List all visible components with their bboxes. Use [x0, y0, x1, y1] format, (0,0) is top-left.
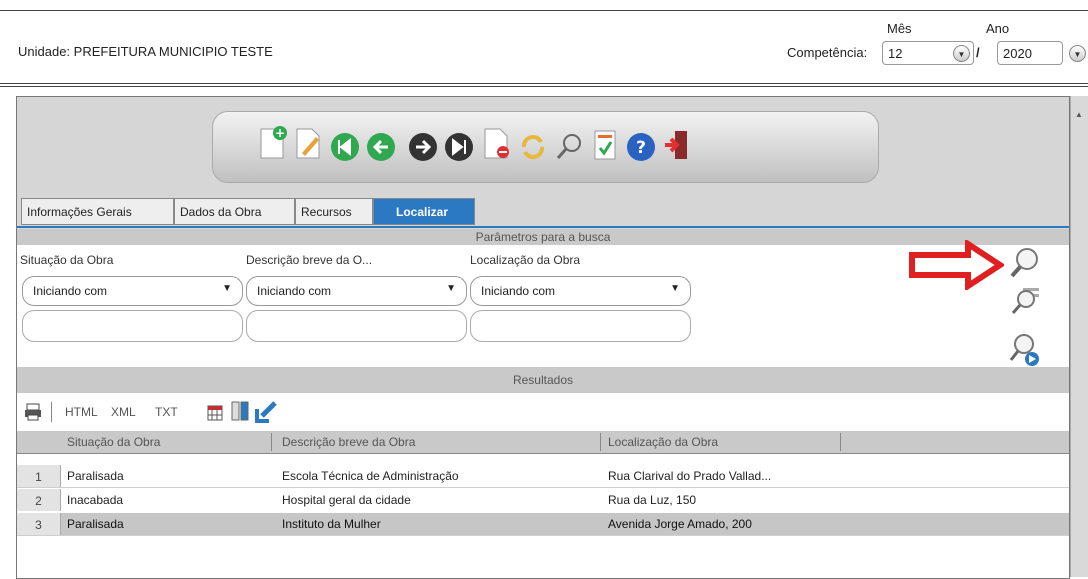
search-clear-icon[interactable] — [1009, 284, 1041, 318]
scroll-up-icon[interactable]: ▲ — [1075, 110, 1083, 119]
export-xml-button[interactable]: XML — [111, 405, 136, 419]
param-label-descricao: Descrição breve da O... — [246, 253, 373, 267]
ano-value: 2020 — [1003, 46, 1032, 61]
top-border — [0, 10, 1088, 11]
help-icon[interactable]: ? — [625, 130, 657, 164]
first-record-icon[interactable] — [329, 130, 361, 164]
ano-dropdown-icon[interactable]: ▼ — [1069, 45, 1086, 62]
delete-document-icon[interactable] — [481, 126, 513, 160]
header-separator — [271, 433, 272, 451]
row-number: 3 — [17, 513, 61, 535]
table-row-selected[interactable]: 3 Paralisada Instituto da Mulher Avenida… — [17, 513, 1069, 535]
ano-label: Ano — [986, 21, 1010, 36]
search-advanced-icon[interactable] — [1009, 332, 1041, 368]
param-operator-situacao[interactable]: Iniciando com ▼ — [22, 276, 243, 306]
header-separator — [600, 433, 601, 451]
unidade-label: Unidade: PREFEITURA MUNICIPIO TESTE — [18, 44, 273, 59]
cell-situacao: Paralisada — [67, 469, 124, 483]
search-execute-icon[interactable] — [1009, 246, 1041, 280]
dropdown-arrow-icon: ▼ — [670, 283, 680, 294]
exit-icon[interactable] — [661, 128, 693, 162]
add-document-icon[interactable]: + — [257, 126, 289, 160]
competencia-label: Competência: — [787, 45, 868, 60]
tab-recursos[interactable]: Recursos — [295, 198, 373, 225]
mes-dropdown-icon[interactable]: ▼ — [953, 45, 970, 62]
header-separator — [840, 433, 841, 451]
download-icon[interactable] — [255, 401, 277, 423]
report-icon[interactable] — [589, 128, 621, 162]
cell-localizacao: Avenida Jorge Amado, 200 — [608, 517, 752, 531]
grid-export-icon[interactable] — [207, 405, 223, 421]
search-icon[interactable] — [553, 130, 585, 164]
tab-localizar-label: Localizar — [396, 205, 449, 219]
tab-dados-da-obra[interactable]: Dados da Obra — [174, 198, 295, 225]
param-value-localizacao[interactable] — [470, 310, 691, 342]
previous-record-icon[interactable] — [365, 130, 397, 164]
row-number: 1 — [17, 465, 61, 487]
red-arrow-icon — [909, 240, 1004, 290]
param-operator-descricao[interactable]: Iniciando com ▼ — [246, 276, 467, 306]
ano-select[interactable]: 2020 — [997, 41, 1063, 65]
mes-value: 12 — [888, 46, 903, 61]
refresh-icon[interactable] — [517, 130, 549, 164]
svg-text:+: + — [275, 126, 285, 140]
table-row[interactable]: 2 Inacabada Hospital geral da cidade Rua… — [17, 489, 1069, 511]
export-bar: HTML XML TXT — [17, 393, 1069, 431]
param-label-situacao: Situação da Obra — [20, 253, 114, 267]
export-html-button[interactable]: HTML — [65, 405, 98, 419]
cell-descricao: Instituto da Mulher — [282, 517, 381, 531]
export-txt-button[interactable]: TXT — [155, 405, 178, 419]
cell-descricao: Hospital geral da cidade — [282, 493, 411, 507]
param-value-situacao[interactable] — [22, 310, 243, 342]
vertical-scrollbar[interactable]: ▲ — [1070, 96, 1088, 577]
svg-text:?: ? — [636, 138, 646, 158]
cell-localizacao: Rua da Luz, 150 — [608, 493, 697, 507]
export-separator — [51, 402, 52, 422]
tab-localizar[interactable]: Localizar — [373, 198, 475, 225]
print-icon[interactable] — [24, 403, 42, 421]
tab-informacoes-gerais[interactable]: Informações Gerais — [21, 198, 174, 225]
dropdown-arrow-icon: ▼ — [222, 283, 232, 294]
row-divider — [17, 487, 1069, 488]
cell-descricao: Escola Técnica de Administração — [282, 469, 459, 483]
row-number: 2 — [17, 489, 61, 511]
dropdown-arrow-icon: ▼ — [446, 283, 456, 294]
period-separator: / — [976, 45, 980, 60]
cell-localizacao: Rua Clarival do Prado Vallad... — [608, 469, 772, 483]
header-localizacao[interactable]: Localização da Obra — [608, 435, 718, 449]
mes-label: Mês — [887, 21, 912, 36]
param-value-descricao[interactable] — [246, 310, 467, 342]
header-descricao[interactable]: Descrição breve da Obra — [282, 435, 415, 449]
toolbar: + ? — [212, 111, 879, 183]
tab-underline — [17, 226, 1069, 228]
param-operator-localizacao[interactable]: Iniciando com ▼ — [470, 276, 691, 306]
columns-icon[interactable] — [231, 401, 249, 421]
results-grid-header: Situação da Obra Descrição breve da Obra… — [17, 431, 1069, 454]
table-row[interactable]: 1 Paralisada Escola Técnica de Administr… — [17, 465, 1069, 487]
header-divider — [0, 83, 1088, 87]
param-operator-localizacao-value: Iniciando com — [481, 284, 556, 298]
param-label-localizacao: Localização da Obra — [470, 253, 581, 267]
next-record-icon[interactable] — [407, 130, 439, 164]
last-record-icon[interactable] — [443, 130, 475, 164]
edit-icon[interactable] — [293, 126, 325, 160]
header-situacao[interactable]: Situação da Obra — [67, 435, 160, 449]
cell-situacao: Inacabada — [67, 493, 124, 507]
results-title: Resultados — [17, 367, 1069, 393]
cell-situacao: Paralisada — [67, 517, 124, 531]
param-operator-descricao-value: Iniciando com — [257, 284, 332, 298]
param-operator-situacao-value: Iniciando com — [33, 284, 108, 298]
row-divider — [17, 535, 1069, 536]
